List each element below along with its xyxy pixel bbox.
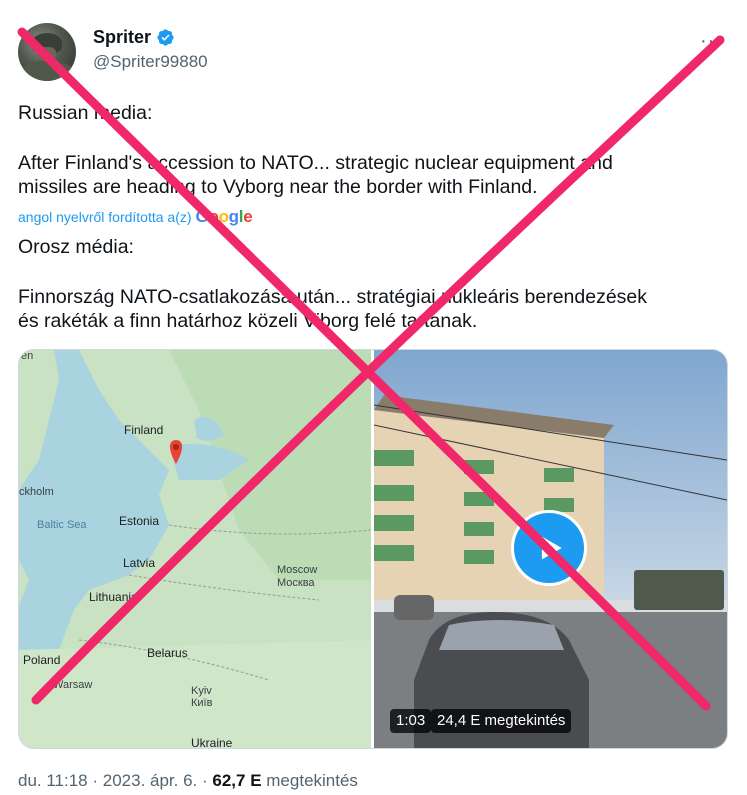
translation-label[interactable]: angol nyelvről fordította a(z) xyxy=(18,209,192,225)
map-label-moscow: Moscow xyxy=(277,564,318,576)
avatar-body-shape xyxy=(22,61,74,81)
map-label-estonia: Estonia xyxy=(119,514,160,528)
map-label-warsaw: Warsaw xyxy=(53,679,93,691)
video-views-badge: 24,4 E megtekintés xyxy=(431,709,572,733)
tweet-text-line-1: Russian media: xyxy=(18,102,153,124)
view-count-label: megtekintés xyxy=(261,771,358,790)
map-label-belarus: Belarus xyxy=(147,646,188,660)
avatar-face-shape xyxy=(38,47,56,61)
video-duration-badge: 1:03 xyxy=(390,709,432,733)
tweet-time[interactable]: du. 11:18 xyxy=(18,771,88,790)
map-label-ukraine: Ukraine xyxy=(191,736,233,748)
map-label-corner: en xyxy=(21,350,34,362)
media-grid: en Finland ckholm Baltic Sea Estonia Lat… xyxy=(18,349,728,749)
tweet-date[interactable]: 2023. ápr. 6. xyxy=(103,771,198,790)
map-label-finland: Finland xyxy=(124,423,164,437)
map-label-moscow-ru: Москва xyxy=(277,577,315,589)
tweet-text-hungarian-2: Finnország NATO-csatlakozása után... str… xyxy=(18,286,648,332)
map-label-poland: Poland xyxy=(23,653,61,667)
author-name-row[interactable]: Spriter xyxy=(93,27,175,48)
tweet-meta: du. 11:18 · 2023. ápr. 6. · 62,7 E megte… xyxy=(18,771,358,791)
tweet-text-english: After Finland's accession to NATO... str… xyxy=(18,152,613,198)
map-image[interactable]: en Finland ckholm Baltic Sea Estonia Lat… xyxy=(19,350,371,748)
play-icon xyxy=(541,536,562,560)
avatar[interactable] xyxy=(18,23,76,81)
tweet-text-hungarian-1: Orosz média: xyxy=(18,236,134,258)
meta-separator: · xyxy=(87,771,103,790)
author-name[interactable]: Spriter xyxy=(93,27,151,48)
meta-separator: · xyxy=(197,771,213,790)
play-button[interactable] xyxy=(511,510,587,586)
map-label-latvia: Latvia xyxy=(123,556,156,570)
map-label-baltic-sea: Baltic Sea xyxy=(37,519,87,531)
map-label-lithuania: Lithuania xyxy=(89,590,138,604)
translation-attribution[interactable]: angol nyelvről fordította a(z) Google xyxy=(18,207,253,227)
map-label-kyiv: Kyiv xyxy=(191,685,212,697)
google-logo: Google xyxy=(195,207,253,226)
map-label-stockholm: ckholm xyxy=(19,486,54,498)
author-handle[interactable]: @Spriter99880 xyxy=(93,52,208,72)
verified-badge-icon xyxy=(157,29,174,46)
more-options-icon[interactable]: ··· xyxy=(700,30,723,53)
video-thumbnail[interactable]: 1:03 24,4 E megtekintés xyxy=(374,350,727,748)
view-count: 62,7 E xyxy=(212,771,262,790)
map-label-kyiv-ua: Київ xyxy=(191,697,213,709)
